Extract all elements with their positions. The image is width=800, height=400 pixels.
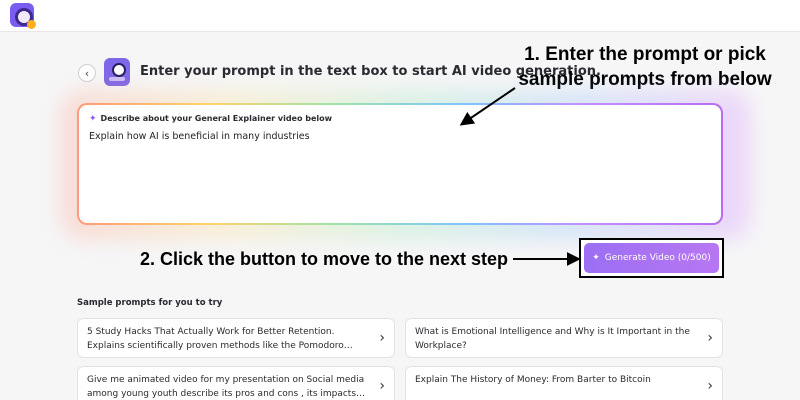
sample-prompt-card[interactable]: 5 Study Hacks That Actually Work for Bet…	[77, 318, 395, 358]
chevron-right-icon: ›	[379, 330, 385, 346]
sample-prompt-text: Give me animated video for my presentati…	[87, 375, 365, 399]
prompt-box-inner[interactable]: ✦ Describe about your General Explainer v…	[79, 105, 721, 223]
sample-prompts-heading: Sample prompts for you to try	[77, 298, 223, 308]
back-button[interactable]: ‹	[78, 64, 96, 82]
chevron-right-icon: ›	[707, 378, 713, 394]
sample-prompt-text: Explain The History of Money: From Barte…	[415, 375, 651, 385]
robot-mascot-icon	[104, 58, 130, 86]
generate-video-button[interactable]: ✦ Generate Video (0/500)	[584, 243, 719, 273]
chevron-right-icon: ›	[707, 330, 713, 346]
chevron-right-icon: ›	[379, 378, 385, 394]
prompt-box[interactable]: ✦ Describe about your General Explainer v…	[77, 103, 723, 225]
chevron-left-icon: ‹	[84, 66, 90, 80]
prompt-textarea[interactable]: Explain how AI is beneficial in many ind…	[89, 131, 689, 142]
generate-video-label: Generate Video (0/500)	[604, 253, 711, 263]
annotation-step-2: 2. Click the button to move to the next …	[140, 249, 509, 269]
prompt-label: ✦ Describe about your General Explainer v…	[89, 114, 332, 124]
highlight-frame: ✦ Generate Video (0/500)	[579, 238, 724, 278]
app-logo-icon[interactable]	[10, 3, 36, 29]
prompt-label-text: Describe about your General Explainer vi…	[100, 114, 333, 123]
annotation-step-1: 1. Enter the prompt or pick sample promp…	[518, 44, 772, 90]
sample-prompt-text: 5 Study Hacks That Actually Work for Bet…	[87, 327, 344, 351]
sparkle-icon: ✦	[89, 114, 97, 124]
sample-prompt-card[interactable]: What is Emotional Intelligence and Why i…	[405, 318, 723, 358]
sample-prompt-card[interactable]: Give me animated video for my presentati…	[77, 366, 395, 400]
sample-prompt-card[interactable]: Explain The History of Money: From Barte…	[405, 366, 723, 400]
sparkle-icon: ✦	[592, 253, 600, 263]
sample-prompt-text: What is Emotional Intelligence and Why i…	[415, 327, 690, 351]
top-bar	[0, 0, 800, 32]
